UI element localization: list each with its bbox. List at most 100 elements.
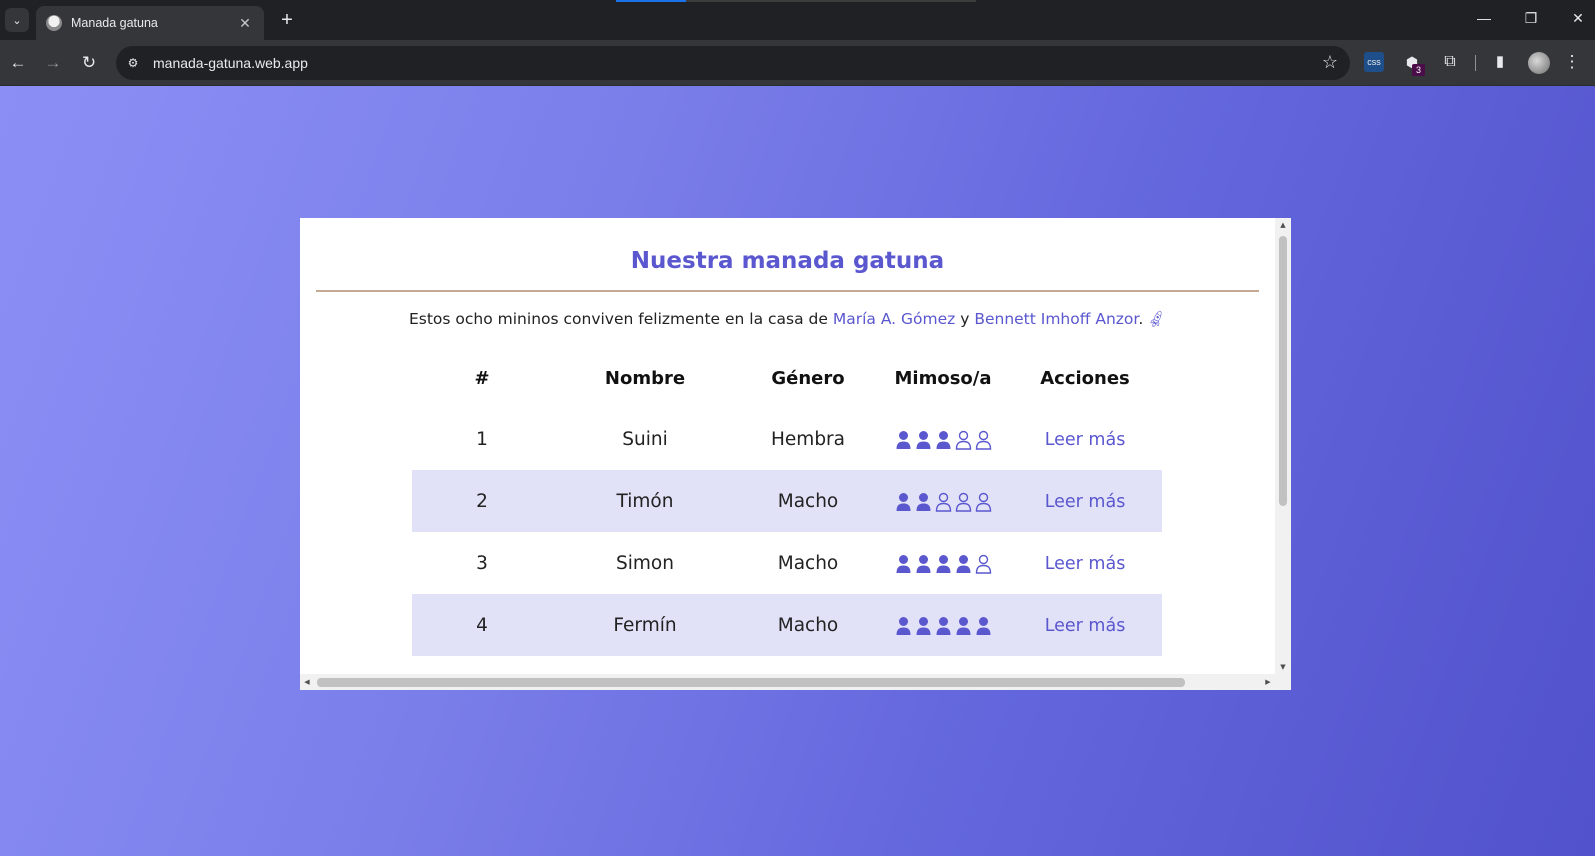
cell-gender: Macho (738, 470, 878, 532)
table-row: 4 Fermín Macho Leer más (412, 594, 1162, 656)
browser-toolbar: ← → ↻ ⚙ manada-gatuna.web.app ☆ css ⬢ 3 … (0, 40, 1595, 86)
user-filled-icon (956, 616, 970, 635)
cell-actions: Leer más (1008, 594, 1162, 656)
cell-cuddly (878, 594, 1008, 656)
cell-number: 3 (476, 552, 488, 574)
puzzle-extensions-icon[interactable]: ⧉ (1440, 52, 1460, 72)
scroll-left-arrow-icon[interactable]: ◀ (300, 674, 314, 690)
header-name: Nombre (604, 367, 686, 389)
cats-card: Nuestra manada gatuna Estos ocho mininos… (300, 218, 1291, 690)
cell-cuddly (878, 532, 1008, 594)
user-outline-icon (975, 430, 991, 450)
title-divider (316, 290, 1259, 292)
intro-prefix: Estos ocho mininos conviven felizmente e… (408, 310, 833, 328)
user-filled-icon (956, 554, 970, 573)
toolbar-divider (1475, 55, 1476, 71)
table-row: 2 Timón Macho Leer más (412, 470, 1162, 532)
bookmark-star-icon[interactable]: ☆ (1322, 52, 1338, 73)
new-tab-plus-icon[interactable]: + (276, 9, 298, 31)
user-filled-icon (916, 430, 930, 449)
forward-arrow-icon[interactable]: → (41, 51, 65, 75)
cell-number: 1 (476, 428, 488, 450)
rocket-icon: 🚀︎ (1146, 309, 1169, 331)
page-viewport: Nuestra manada gatuna Estos ocho mininos… (0, 86, 1595, 856)
scroll-up-arrow-icon[interactable]: ▲ (1275, 218, 1291, 232)
tab-search-icon[interactable]: ⌄ (5, 8, 29, 32)
cats-table: # Nombre Género Mimoso/a Acciones 1 Suini… (412, 348, 1162, 656)
user-filled-icon (896, 430, 910, 449)
user-outline-icon (955, 492, 971, 512)
vertical-scroll-thumb[interactable] (1279, 236, 1287, 506)
side-panel-icon[interactable]: ▮ (1490, 52, 1510, 72)
window-close-icon[interactable]: ✕ (1568, 10, 1588, 27)
extension-badge: 3 (1412, 64, 1425, 76)
user-filled-icon (916, 554, 930, 573)
cuddly-rating (895, 616, 992, 636)
user-outline-icon (955, 430, 971, 450)
read-more-link[interactable]: Leer más (1045, 492, 1126, 512)
user-filled-icon (896, 616, 910, 635)
site-info-icon[interactable]: ⚙ (124, 54, 142, 72)
cuddly-rating (895, 430, 992, 450)
intro-text: Estos ocho mininos conviven felizmente e… (300, 309, 1275, 331)
back-arrow-icon[interactable]: ← (6, 51, 30, 75)
scroll-right-arrow-icon[interactable]: ▶ (1261, 674, 1275, 690)
user-outline-icon (935, 492, 951, 512)
user-filled-icon (916, 616, 930, 635)
user-filled-icon (976, 616, 990, 635)
cell-cuddly (878, 470, 1008, 532)
read-more-link[interactable]: Leer más (1045, 430, 1126, 450)
header-cuddly: Mimoso/a (894, 367, 992, 389)
user-filled-icon (936, 616, 950, 635)
read-more-link[interactable]: Leer más (1045, 554, 1126, 574)
address-bar[interactable]: ⚙ manada-gatuna.web.app ☆ (116, 46, 1350, 80)
cell-name: Simon (616, 552, 674, 574)
user-filled-icon (896, 492, 910, 511)
restore-icon[interactable]: ❐ (1521, 10, 1541, 27)
cell-actions: Leer más (1008, 532, 1162, 594)
cell-cuddly (878, 408, 1008, 470)
header-actions: Acciones (1040, 367, 1130, 389)
owner1-link[interactable]: María A. Gómez (833, 310, 955, 328)
menu-kebab-icon[interactable]: ⋮ (1562, 52, 1582, 72)
reload-icon[interactable]: ↻ (77, 51, 101, 75)
user-filled-icon (916, 492, 930, 511)
table-row: 3 Simon Macho Leer más (412, 532, 1162, 594)
tab-strip: ⌄ Manada gatuna ✕ + — ❐ ✕ (0, 0, 1595, 40)
user-filled-icon (936, 554, 950, 573)
cuddly-rating (895, 554, 992, 574)
user-filled-icon (936, 430, 950, 449)
table-row: 1 Suini Hembra Leer más (412, 408, 1162, 470)
extension-css-icon[interactable]: css (1364, 52, 1384, 72)
cat-favicon-icon (46, 15, 62, 31)
tab-title: Manada gatuna (71, 16, 158, 30)
tab-active[interactable]: Manada gatuna ✕ (36, 6, 264, 40)
cell-name: Timón (552, 470, 738, 532)
loading-progress-bar (616, 0, 976, 2)
url-text[interactable]: manada-gatuna.web.app (153, 55, 308, 71)
read-more-link[interactable]: Leer más (1045, 616, 1126, 636)
cell-gender: Hembra (771, 428, 845, 450)
page-title: Nuestra manada gatuna (630, 248, 945, 274)
vertical-scrollbar[interactable]: ▲ ▼ (1275, 218, 1291, 674)
table-header-row: # Nombre Género Mimoso/a Acciones (412, 348, 1162, 408)
profile-avatar[interactable] (1528, 52, 1550, 74)
cell-actions: Leer más (1008, 408, 1162, 470)
header-gender: Género (771, 367, 845, 389)
close-tab-icon[interactable]: ✕ (236, 15, 254, 32)
cell-number: 4 (412, 594, 552, 656)
cell-gender: Macho (738, 594, 878, 656)
cell-gender: Macho (777, 552, 839, 574)
minimize-icon[interactable]: — (1474, 10, 1494, 26)
intro-and: y (955, 310, 975, 328)
user-outline-icon (975, 554, 991, 574)
cell-number: 2 (412, 470, 552, 532)
cell-actions: Leer más (1008, 470, 1162, 532)
header-number: # (474, 367, 490, 389)
user-filled-icon (896, 554, 910, 573)
cuddly-rating (895, 492, 992, 512)
horizontal-scroll-thumb[interactable] (317, 678, 1185, 687)
scroll-down-arrow-icon[interactable]: ▼ (1275, 660, 1291, 674)
owner2-link[interactable]: Bennett Imhoff Anzor (974, 310, 1138, 328)
horizontal-scrollbar[interactable]: ◀ ▶ (300, 674, 1291, 690)
